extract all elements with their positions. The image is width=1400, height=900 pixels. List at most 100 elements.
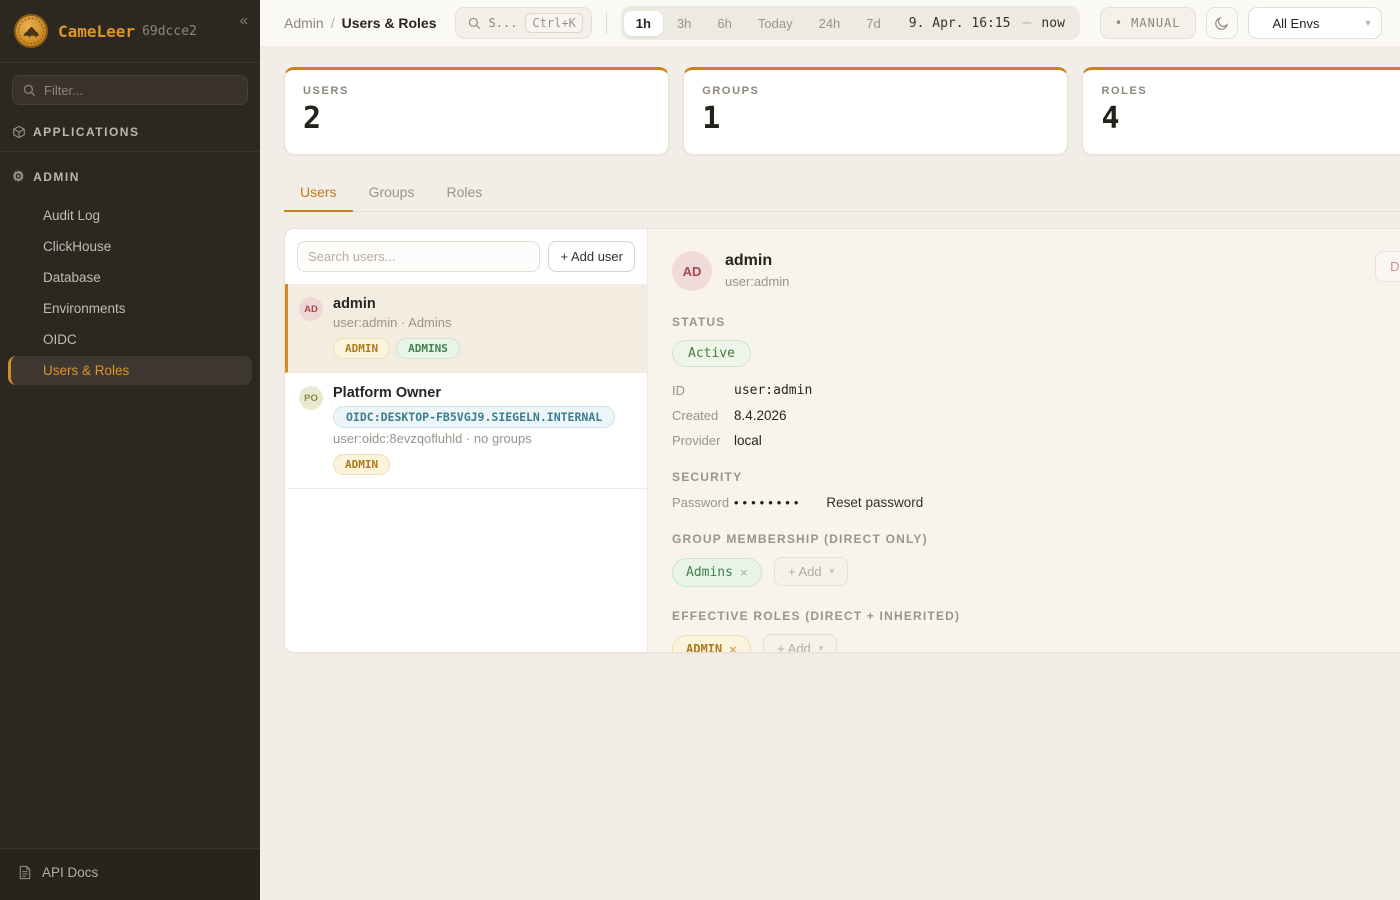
app-title: CameLeer — [58, 22, 135, 41]
stat-card-roles: ROLES 4 — [1082, 67, 1400, 155]
stat-cards: USERS 2 GROUPS 1 ROLES 4 — [284, 67, 1400, 155]
sidebar-collapse-icon[interactable]: « — [240, 12, 248, 29]
detail-user-name: admin — [725, 252, 789, 270]
environment-select-value: All Envs — [1273, 16, 1320, 31]
dot-icon: • — [1115, 16, 1123, 30]
add-user-button[interactable]: + Add user — [548, 241, 635, 272]
sidebar-section-applications[interactable]: APPLICATIONS — [0, 111, 260, 149]
sidebar-section-label: APPLICATIONS — [33, 125, 139, 139]
search-icon — [468, 17, 481, 30]
top-bar: Admin / Users & Roles S... Ctrl+K 1h 3h … — [260, 0, 1400, 47]
search-label: S... — [489, 16, 518, 30]
time-range-from[interactable]: 9. Apr. 16:15 — [895, 16, 1019, 31]
environment-select[interactable]: All Envs ▾ — [1248, 7, 1382, 39]
sidebar-filter[interactable] — [12, 75, 248, 105]
oidc-badge: OIDC:DESKTOP-FB5VGJ9.SIEGELN.INTERNAL — [333, 406, 615, 428]
status-heading: STATUS — [672, 315, 1400, 329]
time-preset-3h[interactable]: 3h — [665, 11, 703, 36]
breadcrumb-separator: / — [331, 15, 335, 31]
time-range-selector: 1h 3h 6h Today 24h 7d 9. Apr. 16:15 – no… — [621, 6, 1080, 40]
stat-label: ROLES — [1101, 85, 1400, 97]
search-icon — [23, 84, 36, 97]
api-docs-label: API Docs — [42, 865, 98, 880]
password-label: Password — [672, 495, 734, 510]
add-group-button[interactable]: + Add ▾ — [774, 557, 848, 586]
document-icon — [18, 865, 32, 880]
tab-users[interactable]: Users — [284, 175, 353, 212]
delete-user-button[interactable]: Delete — [1375, 251, 1400, 282]
user-meta: user:oidc:8evzqofluhld · no groups — [333, 431, 615, 446]
reset-password-link[interactable]: Reset password — [826, 495, 923, 510]
stat-label: USERS — [303, 85, 650, 97]
field-label-created: Created — [672, 408, 734, 423]
sidebar-item-users-roles[interactable]: Users & Roles — [8, 356, 252, 385]
stat-value: 2 — [303, 101, 650, 136]
user-search-input[interactable] — [297, 241, 540, 272]
content-area: USERS 2 GROUPS 1 ROLES 4 Users Groups Ro… — [260, 47, 1400, 900]
add-role-button[interactable]: + Add ▾ — [763, 634, 837, 652]
stat-label: GROUPS — [702, 85, 1049, 97]
remove-group-icon[interactable]: × — [740, 565, 748, 580]
avatar: AD — [672, 251, 712, 291]
remove-role-icon[interactable]: × — [729, 642, 737, 653]
sidebar-section-label: ADMIN — [33, 170, 80, 184]
chevron-down-icon: ▾ — [1365, 18, 1370, 29]
sidebar-item-oidc[interactable]: OIDC — [8, 325, 252, 354]
sidebar-section-admin[interactable]: ⚙ ADMIN — [0, 154, 260, 195]
time-preset-7d[interactable]: 7d — [854, 11, 892, 36]
user-list-item-platform-owner[interactable]: PO Platform Owner OIDC:DESKTOP-FB5VGJ9.S… — [285, 373, 647, 489]
tab-roles[interactable]: Roles — [430, 175, 498, 212]
effective-roles-heading: EFFECTIVE ROLES (DIRECT + INHERITED) — [672, 609, 1400, 623]
global-search-button[interactable]: S... Ctrl+K — [455, 7, 592, 39]
group-chip-label: Admins — [686, 565, 733, 580]
time-preset-24h[interactable]: 24h — [807, 11, 853, 36]
moon-icon — [1214, 15, 1230, 31]
field-value-provider: local — [734, 433, 762, 448]
user-meta: user:admin · Admins — [333, 315, 460, 330]
status-badge: Active — [672, 340, 751, 367]
mode-label: MANUAL — [1131, 16, 1180, 30]
user-detail: AD admin user:admin Delete STATUS Active… — [648, 229, 1400, 652]
users-panel: + Add user AD admin user:admin · Admins … — [284, 228, 1400, 653]
role-chip-label: ADMIN — [686, 642, 722, 652]
sidebar: CameLeer 69dcce2 « APPLICATIONS ⚙ ADMIN … — [0, 0, 260, 900]
time-range-separator: – — [1021, 14, 1034, 32]
package-icon — [12, 125, 26, 139]
stat-card-users: USERS 2 — [284, 67, 669, 155]
stat-value: 1 — [702, 101, 1049, 136]
user-list: + Add user AD admin user:admin · Admins … — [285, 229, 648, 652]
api-docs-link[interactable]: API Docs — [0, 848, 260, 900]
role-chip-admin: ADMIN × — [672, 635, 751, 653]
breadcrumb: Admin / Users & Roles — [284, 15, 437, 31]
group-badge: ADMINS — [396, 338, 460, 359]
user-list-item-admin[interactable]: AD admin user:admin · Admins ADMIN ADMIN… — [285, 284, 647, 373]
field-label-id: ID — [672, 383, 734, 398]
time-preset-6h[interactable]: 6h — [705, 11, 743, 36]
theme-toggle-button[interactable] — [1206, 7, 1238, 39]
role-badge: ADMIN — [333, 454, 390, 475]
time-range-to[interactable]: now — [1035, 16, 1076, 31]
time-preset-today[interactable]: Today — [746, 11, 805, 36]
tab-groups[interactable]: Groups — [353, 175, 431, 212]
time-preset-1h[interactable]: 1h — [624, 11, 663, 36]
sidebar-divider — [0, 151, 260, 152]
avatar: PO — [299, 386, 323, 410]
sidebar-item-database[interactable]: Database — [8, 263, 252, 292]
avatar: AD — [299, 297, 323, 321]
refresh-mode-badge[interactable]: • MANUAL — [1100, 7, 1196, 39]
sidebar-item-environments[interactable]: Environments — [8, 294, 252, 323]
tab-bar: Users Groups Roles — [284, 175, 1400, 212]
stat-card-groups: GROUPS 1 — [683, 67, 1068, 155]
main-area: Admin / Users & Roles S... Ctrl+K 1h 3h … — [260, 0, 1400, 900]
breadcrumb-current: Users & Roles — [342, 15, 437, 31]
sidebar-item-audit-log[interactable]: Audit Log — [8, 201, 252, 230]
breadcrumb-admin[interactable]: Admin — [284, 15, 324, 31]
sidebar-logo-row: CameLeer 69dcce2 « — [0, 0, 260, 62]
header-divider — [606, 12, 607, 34]
field-value-created: 8.4.2026 — [734, 408, 787, 423]
stat-value: 4 — [1101, 101, 1400, 136]
sidebar-item-clickhouse[interactable]: ClickHouse — [8, 232, 252, 261]
sidebar-filter-input[interactable] — [44, 83, 237, 98]
build-id: 69dcce2 — [142, 24, 197, 39]
password-mask: •••••••• — [734, 495, 802, 510]
